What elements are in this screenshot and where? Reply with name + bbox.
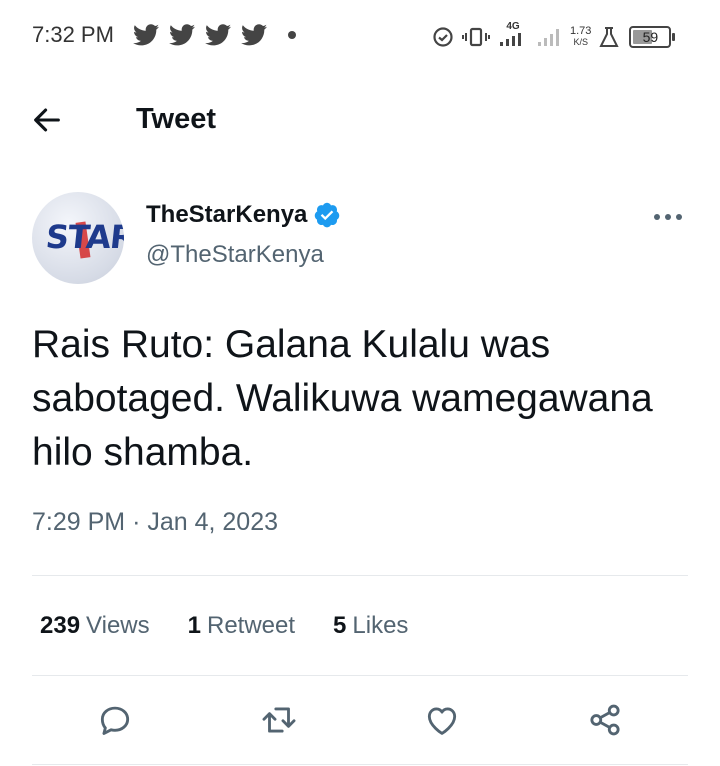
network-type: 4G xyxy=(498,22,528,51)
tweet-actions xyxy=(0,698,720,742)
retweets-label: Retweet xyxy=(207,612,296,639)
tweet-timestamp: 7:29 PM · Jan 4, 2023 xyxy=(32,508,278,537)
signal-strength-empty-icon xyxy=(538,28,559,46)
divider xyxy=(32,575,688,576)
more-notifications-dot-icon xyxy=(288,31,296,39)
page-title: Tweet xyxy=(136,103,217,135)
notification-icons xyxy=(133,24,267,46)
twitter-bird-icon xyxy=(205,24,231,46)
author-display-name[interactable]: TheStarKenya xyxy=(146,201,341,229)
retweets-count: 1 xyxy=(187,612,201,639)
vibrate-icon xyxy=(462,27,490,46)
data-saver-icon xyxy=(433,26,453,47)
tweet-time[interactable]: 7:29 PM xyxy=(32,508,125,536)
back-arrow-icon xyxy=(34,108,60,132)
share-icon xyxy=(590,704,620,736)
likes-label: Likes xyxy=(352,612,409,639)
reply-button[interactable] xyxy=(93,698,137,742)
twitter-bird-icon xyxy=(169,24,195,46)
retweets-stat[interactable]: 1 Retweet xyxy=(188,612,295,640)
like-button[interactable] xyxy=(420,698,464,742)
more-options-button[interactable] xyxy=(650,205,690,229)
views-count: 239 xyxy=(40,612,81,639)
verified-badge-icon xyxy=(315,202,340,228)
views-stat[interactable]: 239 Views xyxy=(40,612,150,640)
tweet-text: Rais Ruto: Galana Kulalu was sabotaged. … xyxy=(32,323,653,474)
author-name-text: TheStarKenya xyxy=(146,201,308,228)
signal-strength-icon xyxy=(500,33,521,46)
tweet-date[interactable]: Jan 4, 2023 xyxy=(147,508,278,536)
twitter-bird-icon xyxy=(241,24,267,46)
retweet-icon xyxy=(262,707,296,733)
share-button[interactable] xyxy=(583,698,627,742)
back-button[interactable] xyxy=(30,103,70,139)
retweet-button[interactable] xyxy=(257,698,301,742)
avatar-logo: STAR xyxy=(44,218,124,256)
author-handle[interactable]: @TheStarKenya xyxy=(146,241,324,269)
like-icon xyxy=(427,707,457,735)
divider xyxy=(32,675,688,676)
status-indicators: 4G 1.73 K/S 59 xyxy=(432,22,676,51)
tweet-stats: 239 Views 1 Retweet 5 Likes xyxy=(40,612,408,640)
flask-icon xyxy=(599,26,620,47)
twitter-bird-icon xyxy=(133,24,159,46)
battery-icon: 59 xyxy=(629,25,676,48)
battery-level: 59 xyxy=(642,28,659,45)
views-label: Views xyxy=(86,612,150,639)
more-dots-icon xyxy=(654,214,682,220)
status-bar: 7:32 PM 4G 1.73 K/S 59 xyxy=(0,0,720,72)
reply-icon xyxy=(100,706,130,735)
timestamp-separator: · xyxy=(132,508,141,536)
avatar[interactable]: STAR xyxy=(32,192,124,284)
likes-stat[interactable]: 5 Likes xyxy=(333,612,408,640)
status-time: 7:32 PM xyxy=(32,22,114,47)
likes-count: 5 xyxy=(333,612,347,639)
network-speed: 1.73 K/S xyxy=(570,24,592,47)
divider xyxy=(32,764,688,765)
